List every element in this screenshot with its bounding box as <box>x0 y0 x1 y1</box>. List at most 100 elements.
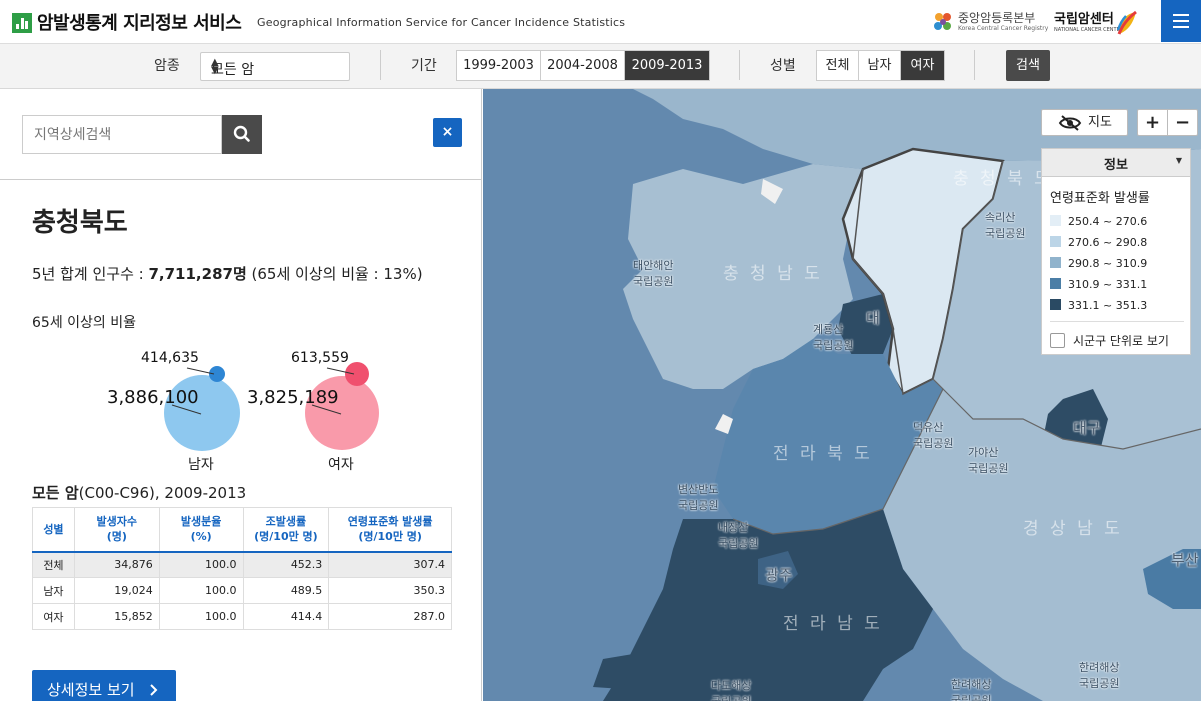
population-aged-ratio: (65세 이상의 비율 : 13%) <box>246 265 423 283</box>
chart-logo-icon <box>12 13 32 33</box>
map-toggle-button[interactable]: 지도 <box>1041 109 1128 136</box>
sex-option-female[interactable]: 여자 <box>901 51 944 80</box>
divider <box>974 50 975 80</box>
legend-item: 250.4 ~ 270.6 <box>1050 215 1147 229</box>
label-hallyeo-east: 한려해상 국립공원 <box>1079 661 1120 690</box>
legend-header[interactable]: 정보 ▼ <box>1042 149 1190 177</box>
ncc-en: NATIONAL CANCER CENTER <box>1054 27 1124 33</box>
kccr-name: 중앙암등록본부 <box>958 11 1036 25</box>
sex-toggle: 전체 남자 여자 <box>816 50 945 81</box>
ncc-emblem-icon <box>1116 10 1137 35</box>
period-toggle: 1999-2003 2004-2008 2009-2013 <box>456 50 710 81</box>
panel-divider <box>0 179 482 180</box>
period-option-2004-2008[interactable]: 2004-2008 <box>541 51 625 80</box>
female-label: 여자 <box>328 457 354 473</box>
male-total-value: 3,886,100 <box>107 387 199 408</box>
label-chungnam: 충 청 남 도 <box>723 264 823 284</box>
chevron-right-icon <box>150 684 158 696</box>
ncc-name: 국립암센터 <box>1054 12 1114 27</box>
cancer-type-label: 암종 <box>154 58 180 74</box>
kccr-en: Korea Central Cancer Registry <box>958 25 1049 32</box>
period-label: 기간 <box>411 58 437 74</box>
label-gwangju: 광주 <box>765 566 793 584</box>
kccr-emblem-icon <box>934 13 951 30</box>
aged-ratio-title: 65세 이상의 비율 <box>32 315 136 331</box>
region-search-input[interactable] <box>23 116 213 153</box>
region-title: 충청북도 <box>32 208 128 238</box>
site-header: 암발생통계 지리정보 서비스 Geographical Information … <box>0 0 1201 44</box>
label-hallyeo: 한려해상 국립공원 <box>951 678 992 701</box>
legend-panel: 정보 ▼ 연령표준화 발생률 250.4 ~ 270.6 270.6 ~ 290… <box>1041 148 1191 355</box>
menu-button[interactable] <box>1161 0 1201 42</box>
legend-swatch <box>1050 278 1061 289</box>
close-panel-button[interactable]: × <box>433 118 462 147</box>
legend-item: 270.6 ~ 290.8 <box>1050 236 1147 250</box>
select-arrows-icon: ▲ ▼ <box>211 57 219 76</box>
incidence-table: 성별 발생자수 (명) 발생분율 (%) 조발생률 (명/10만 명) 연령표준화 발… <box>32 507 452 630</box>
region-search-button[interactable] <box>222 115 262 154</box>
label-gyeryong: 계룡산 국립공원 <box>813 323 854 352</box>
legend-swatch <box>1050 215 1061 226</box>
legend-swatch <box>1050 236 1061 247</box>
search-button[interactable]: 검색 <box>1006 50 1050 81</box>
label-dadohae: 다도해상 국립공원 <box>711 679 752 701</box>
legend-title: 연령표준화 발생률 <box>1050 191 1150 206</box>
detail-info-button[interactable]: 상세정보 보기 <box>32 670 176 701</box>
search-icon <box>233 125 250 142</box>
site-subtitle: Geographical Information Service for Can… <box>257 16 626 29</box>
detail-info-label: 상세정보 보기 <box>47 681 135 699</box>
label-deogyu: 덕유산 국립공원 <box>913 421 954 450</box>
label-naejang: 내장산 국립공원 <box>718 521 759 550</box>
zoom-control: + − <box>1137 109 1198 136</box>
divider <box>739 50 740 80</box>
period-option-2009-2013[interactable]: 2009-2013 <box>625 51 709 80</box>
period-option-1999-2003[interactable]: 1999-2003 <box>457 51 541 80</box>
col-header-sex: 성별 <box>32 507 75 553</box>
legend-item: 331.1 ~ 351.3 <box>1050 299 1147 313</box>
population-value: 7,711,287명 <box>148 265 247 283</box>
col-header-proportion: 발생분율 (%) <box>158 507 244 553</box>
label-daejeon: 대 <box>866 309 880 327</box>
sex-option-all[interactable]: 전체 <box>817 51 859 80</box>
table-row: 여자 15,852 100.0 414.4 287.0 <box>32 603 452 630</box>
region-info-panel: × 충청북도 5년 합계 인구수 : 7,711,287명 (65세 이상의 비… <box>0 89 482 701</box>
col-header-cases: 발생자수 (명) <box>73 507 160 553</box>
zoom-out-button[interactable]: − <box>1168 110 1197 135</box>
table-title: 모든 암(C00-C96), 2009-2013 <box>32 482 246 503</box>
district-view-checkbox[interactable]: 시군구 단위로 보기 <box>1050 332 1169 349</box>
female-aged-value: 613,559 <box>291 350 349 366</box>
label-daegu: 대구 <box>1073 419 1101 437</box>
label-taean: 태안해안 국립공원 <box>633 259 674 288</box>
legend-item: 290.8 ~ 310.9 <box>1050 257 1147 271</box>
label-chungbuk: 충 청 북 도 <box>953 169 1053 189</box>
sex-label: 성별 <box>770 58 796 74</box>
sex-option-male[interactable]: 남자 <box>859 51 901 80</box>
col-header-asr: 연령표준화 발생률 (명/10만 명) <box>328 507 452 553</box>
label-sokri: 속리산 국립공원 <box>985 211 1026 240</box>
aged-ratio-bubbles <box>164 362 379 451</box>
choropleth-map[interactable]: 충 청 남 도 충 청 북 도 전 라 북 도 전 라 남 도 경 상 남 도 … <box>483 89 1201 701</box>
label-gaya: 가야산 국립공원 <box>968 446 1009 475</box>
table-title-period: (C00-C96), 2009-2013 <box>78 484 247 502</box>
map-toggle-label: 지도 <box>1088 115 1112 130</box>
legend-swatch <box>1050 257 1061 268</box>
population-summary: 5년 합계 인구수 : 7,711,287명 (65세 이상의 비율 : 13%… <box>32 263 423 284</box>
legend-item: 310.9 ~ 331.1 <box>1050 278 1147 292</box>
male-aged-value: 414,635 <box>141 350 199 366</box>
zoom-in-button[interactable]: + <box>1138 110 1168 135</box>
label-gyeongnam: 경 상 남 도 <box>1023 519 1123 539</box>
filter-bar: 암종 모든 암 ▲ ▼ 기간 1999-2003 2004-2008 2009-2… <box>0 44 1201 89</box>
label-byeonsan: 변산반도 국립공원 <box>678 483 719 512</box>
legend-header-title: 정보 <box>1104 158 1128 173</box>
legend-swatch <box>1050 299 1061 310</box>
label-busan: 부산 <box>1171 551 1199 569</box>
site-title[interactable]: 암발생통계 지리정보 서비스 <box>37 9 242 35</box>
label-jeonnam: 전 라 남 도 <box>783 614 883 634</box>
kccr-logo[interactable]: 중앙암등록본부 Korea Central Cancer Registry <box>932 9 1048 37</box>
label-jeonbuk: 전 라 북 도 <box>773 444 873 464</box>
table-title-cancer: 모든 암 <box>32 484 79 502</box>
legend-divider <box>1050 321 1184 322</box>
cancer-type-select[interactable]: 모든 암 ▲ ▼ <box>200 52 350 81</box>
ncc-logo[interactable]: 국립암센터 NATIONAL CANCER CENTER <box>1054 8 1140 38</box>
male-aged-bubble <box>209 366 225 382</box>
